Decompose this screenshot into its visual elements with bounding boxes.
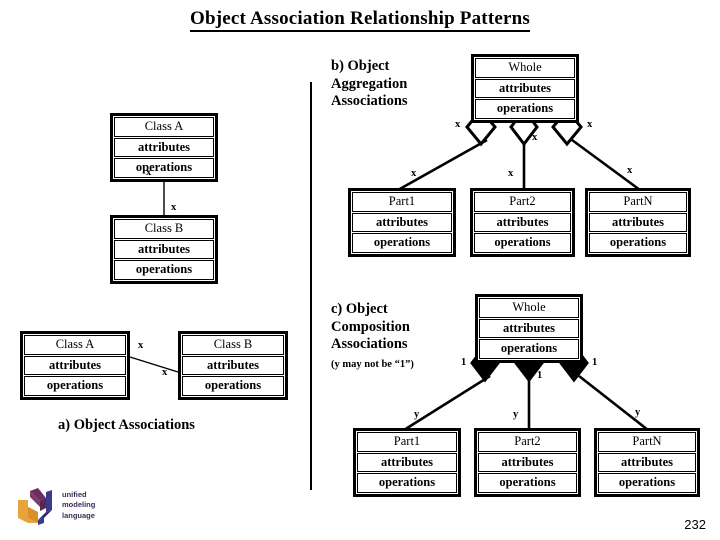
class-operations: operations bbox=[357, 473, 457, 493]
class-attributes: attributes bbox=[352, 212, 452, 232]
section-c-note: (y may not be “1”) bbox=[331, 359, 414, 370]
multiplicity-label: x bbox=[171, 202, 177, 213]
multiplicity-label: y bbox=[635, 407, 641, 418]
class-name: Part1 bbox=[352, 192, 452, 212]
section-b-caption: b) Object Aggregation Associations bbox=[331, 58, 408, 110]
class-operations: operations bbox=[352, 233, 452, 253]
page-number: 232 bbox=[684, 517, 706, 532]
multiplicity-label: x bbox=[146, 167, 152, 178]
class-attributes: attributes bbox=[474, 212, 571, 232]
multiplicity-label: y bbox=[513, 409, 519, 420]
slide-canvas: Object Association Relationship Patterns… bbox=[0, 0, 720, 540]
uml-logo-mark bbox=[18, 488, 52, 525]
multiplicity-label: x bbox=[162, 367, 168, 378]
multiplicity-label: x bbox=[627, 165, 633, 176]
multiplicity-label: x bbox=[411, 168, 417, 179]
multiplicity-label: x bbox=[587, 119, 593, 130]
class-attributes: attributes bbox=[475, 78, 575, 98]
page-title-text: Object Association Relationship Patterns bbox=[190, 8, 530, 32]
class-attributes: attributes bbox=[479, 318, 579, 338]
multiplicity-label: y bbox=[414, 409, 420, 420]
class-operations: operations bbox=[589, 233, 687, 253]
page-title: Object Association Relationship Patterns bbox=[0, 8, 720, 32]
composition-line-3 bbox=[578, 374, 649, 432]
multiplicity-label: 1 bbox=[461, 357, 467, 368]
uml-logo-line-2: modeling bbox=[62, 500, 96, 510]
class-box-b-horizontal: Class B attributes operations bbox=[178, 331, 288, 400]
part-box-aggregation-3: PartN attributes operations bbox=[585, 188, 691, 257]
class-attributes: attributes bbox=[24, 355, 126, 375]
multiplicity-label: 1 bbox=[592, 357, 598, 368]
section-divider bbox=[310, 82, 312, 490]
class-attributes: attributes bbox=[182, 355, 284, 375]
part-box-aggregation-1: Part1 attributes operations bbox=[348, 188, 456, 257]
class-operations: operations bbox=[182, 376, 284, 396]
class-name: Whole bbox=[479, 298, 579, 318]
part-box-composition-2: Part2 attributes operations bbox=[474, 428, 581, 497]
class-name: Part1 bbox=[357, 432, 457, 452]
class-name: Part2 bbox=[474, 192, 571, 212]
class-operations: operations bbox=[475, 99, 575, 119]
part-box-aggregation-2: Part2 attributes operations bbox=[470, 188, 575, 257]
class-attributes: attributes bbox=[114, 239, 214, 259]
uml-logo: unified modeling language bbox=[16, 488, 108, 528]
class-attributes: attributes bbox=[114, 137, 214, 157]
class-operations: operations bbox=[478, 473, 577, 493]
class-operations: operations bbox=[598, 473, 696, 493]
association-line-horizontal bbox=[129, 356, 179, 373]
multiplicity-label: x bbox=[138, 340, 144, 351]
uml-logo-line-3: language bbox=[62, 510, 95, 520]
class-box-a-vertical: Class A attributes operations bbox=[110, 113, 218, 182]
class-name: PartN bbox=[589, 192, 687, 212]
part-box-composition-1: Part1 attributes operations bbox=[353, 428, 461, 497]
class-operations: operations bbox=[479, 339, 579, 359]
uml-logo-text: unified modeling language bbox=[62, 490, 95, 521]
multiplicity-label: x bbox=[508, 168, 514, 179]
section-a-caption: a) Object Associations bbox=[58, 417, 195, 433]
whole-box-aggregation: Whole attributes operations bbox=[471, 54, 579, 123]
class-name: Part2 bbox=[478, 432, 577, 452]
class-operations: operations bbox=[114, 158, 214, 178]
class-operations: operations bbox=[474, 233, 571, 253]
class-box-b-vertical: Class B attributes operations bbox=[110, 215, 218, 284]
multiplicity-label: x bbox=[455, 119, 461, 130]
class-box-a-horizontal: Class A attributes operations bbox=[20, 331, 130, 400]
multiplicity-label: x bbox=[532, 132, 538, 143]
uml-logo-line-1: unified bbox=[62, 490, 87, 499]
class-name: Class B bbox=[114, 219, 214, 239]
class-name: PartN bbox=[598, 432, 696, 452]
class-name: Class A bbox=[24, 335, 126, 355]
class-attributes: attributes bbox=[589, 212, 687, 232]
aggregation-line-1 bbox=[397, 138, 488, 192]
class-operations: operations bbox=[114, 260, 214, 280]
class-attributes: attributes bbox=[357, 452, 457, 472]
class-attributes: attributes bbox=[598, 452, 696, 472]
whole-box-composition: Whole attributes operations bbox=[475, 294, 583, 363]
composition-line-1 bbox=[403, 374, 491, 432]
section-c-caption: c) Object Composition Associations bbox=[331, 301, 410, 353]
class-name: Whole bbox=[475, 58, 575, 78]
part-box-composition-3: PartN attributes operations bbox=[594, 428, 700, 497]
class-operations: operations bbox=[24, 376, 126, 396]
multiplicity-label: 1 bbox=[537, 370, 543, 381]
class-name: Class B bbox=[182, 335, 284, 355]
class-name: Class A bbox=[114, 117, 214, 137]
class-attributes: attributes bbox=[478, 452, 577, 472]
